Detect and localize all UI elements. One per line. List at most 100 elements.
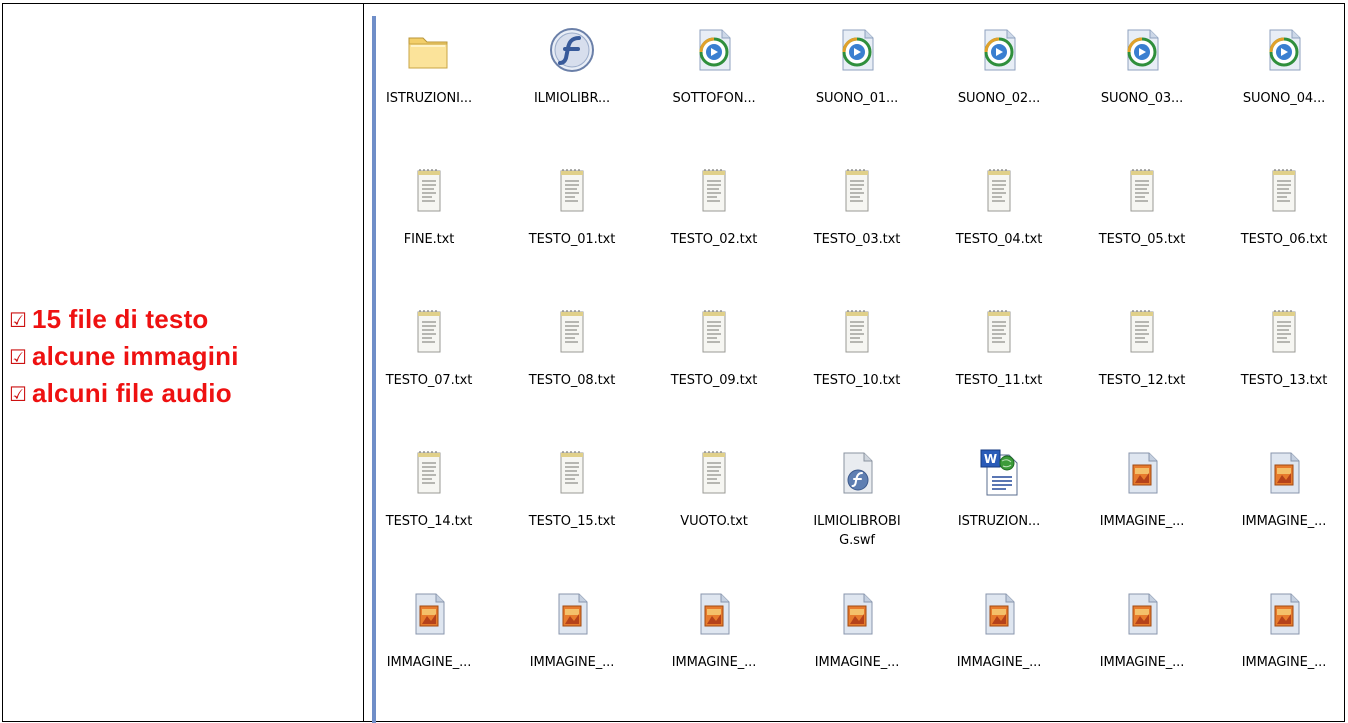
text-file-icon [831,306,883,358]
checklist-item-label: alcune immagini [31,341,239,371]
file-item[interactable]: IMMAGINE_... [1071,447,1213,531]
file-item[interactable]: IMMAGINE_... [1213,447,1344,531]
checkbox-checked-icon: ☑ [9,381,27,406]
file-item-label: TESTO_03.txt [813,232,901,247]
file-item[interactable]: TESTO_07.txt [378,306,500,390]
file-item[interactable]: TESTO_11.txt [928,306,1070,390]
checklist: ☑ 15 file di testo ☑ alcune immagini ☑ a… [9,301,239,412]
file-item-label: ISTRUZIONI... [386,91,472,106]
file-item-label: TESTO_08.txt [528,373,616,388]
file-item[interactable]: TESTO_01.txt [501,165,643,249]
image-file-icon [546,588,598,640]
text-file-icon [688,165,740,217]
file-explorer-view: ISTRUZIONI... ILMIOLIBR... SOTTOFON... S… [378,14,1344,723]
file-item-label: IMMAGINE_... [386,655,472,670]
file-item[interactable]: TESTO_05.txt [1071,165,1213,249]
file-item[interactable]: SUONO_02... [928,24,1070,108]
file-item[interactable]: IMMAGINE_... [1213,588,1344,672]
file-item-label: SUONO_01... [815,91,899,106]
text-file-icon [403,165,455,217]
file-item-label: IMMAGINE_... [814,655,900,670]
image-file-icon [831,588,883,640]
text-file-icon [973,306,1025,358]
file-item[interactable]: TESTO_06.txt [1213,165,1344,249]
file-item-label: VUOTO.txt [680,514,748,529]
swf-file-icon [831,447,883,499]
text-file-icon [688,306,740,358]
text-file-icon [1116,165,1168,217]
text-file-icon [546,447,598,499]
text-file-icon [688,447,740,499]
image-file-icon [403,588,455,640]
svg-text:W: W [984,452,997,466]
file-item-label: TESTO_09.txt [670,373,758,388]
file-item[interactable]: ISTRUZIONI... [378,24,500,108]
flash-icon [546,24,598,76]
text-file-icon [546,165,598,217]
word-doc-icon: W [973,447,1025,499]
file-item[interactable]: IMMAGINE_... [786,588,928,672]
file-item-label: TESTO_10.txt [813,373,901,388]
file-item-label: IMMAGINE_... [1099,514,1185,529]
file-item-label: SOTTOFON... [672,91,756,106]
file-item[interactable]: IMMAGINE_... [1071,588,1213,672]
file-item[interactable]: TESTO_04.txt [928,165,1070,249]
checklist-item: ☑ alcuni file audio [9,375,239,412]
text-file-icon [546,306,598,358]
media-icon [1258,24,1310,76]
file-item[interactable]: TESTO_13.txt [1213,306,1344,390]
checklist-panel: ☑ 15 file di testo ☑ alcune immagini ☑ a… [3,4,364,722]
checkbox-checked-icon: ☑ [9,307,27,332]
text-file-icon [831,165,883,217]
file-item-label: TESTO_07.txt [385,373,473,388]
file-item[interactable]: TESTO_09.txt [643,306,785,390]
checklist-item: ☑ alcune immagini [9,338,239,375]
file-item[interactable]: TESTO_03.txt [786,165,928,249]
file-item[interactable]: W ISTRUZION... [928,447,1070,531]
checklist-item-label: 15 file di testo [31,304,209,334]
file-item-label: TESTO_04.txt [955,232,1043,247]
file-item[interactable]: SOTTOFON... [643,24,785,108]
file-item[interactable]: TESTO_02.txt [643,165,785,249]
file-item[interactable]: TESTO_15.txt [501,447,643,531]
image-file-icon [688,588,740,640]
file-item-label: TESTO_01.txt [528,232,616,247]
file-item-label: TESTO_05.txt [1098,232,1186,247]
file-item[interactable]: SUONO_04... [1213,24,1344,108]
file-item-label: SUONO_02... [957,91,1041,106]
text-file-icon [1116,306,1168,358]
file-item[interactable]: SUONO_01... [786,24,928,108]
file-item-label: TESTO_11.txt [955,373,1043,388]
file-item-label: IMMAGINE_... [956,655,1042,670]
image-file-icon [1258,588,1310,640]
file-item-label: TESTO_02.txt [670,232,758,247]
file-item-label: TESTO_12.txt [1098,373,1186,388]
file-item[interactable]: FINE.txt [378,165,500,249]
media-icon [831,24,883,76]
image-file-icon [1116,588,1168,640]
file-item[interactable]: IMMAGINE_... [378,588,500,672]
file-item[interactable]: VUOTO.txt [643,447,785,531]
image-file-icon [1116,447,1168,499]
file-item[interactable]: IMMAGINE_... [501,588,643,672]
file-item-label: ILMIOLIBROBI G.swf [813,514,901,548]
file-item-label: IMMAGINE_... [529,655,615,670]
file-item[interactable]: TESTO_10.txt [786,306,928,390]
file-item[interactable]: TESTO_08.txt [501,306,643,390]
file-item-label: FINE.txt [403,232,455,247]
file-item[interactable]: IMMAGINE_... [643,588,785,672]
file-item[interactable]: SUONO_03... [1071,24,1213,108]
file-item[interactable]: ILMIOLIBROBI G.swf [786,447,928,550]
text-file-icon [403,306,455,358]
media-icon [1116,24,1168,76]
file-item-label: IMMAGINE_... [1099,655,1185,670]
checklist-item: ☑ 15 file di testo [9,301,239,338]
file-item[interactable]: IMMAGINE_... [928,588,1070,672]
file-item-label: SUONO_03... [1100,91,1184,106]
file-item[interactable]: TESTO_12.txt [1071,306,1213,390]
file-item[interactable]: ILMIOLIBR... [501,24,643,108]
text-file-icon [1258,165,1310,217]
file-item[interactable]: TESTO_14.txt [378,447,500,531]
file-item-label: TESTO_06.txt [1240,232,1328,247]
file-item-label: ILMIOLIBR... [533,91,611,106]
